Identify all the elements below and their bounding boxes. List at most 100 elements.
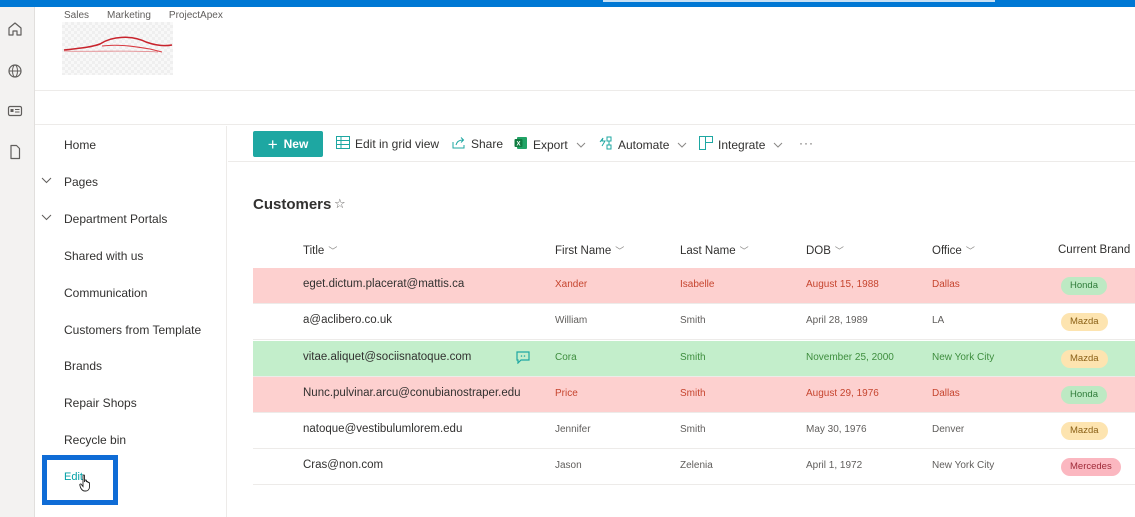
column-header-first-name[interactable]: First Name ﹀ xyxy=(555,244,624,257)
column-header-title[interactable]: Title ﹀ xyxy=(303,244,337,257)
cell-office: Denver xyxy=(932,424,965,435)
cell-first-name: Cora xyxy=(555,352,577,363)
column-header-dob[interactable]: DOB ﹀ xyxy=(806,244,844,257)
chevron-down-icon xyxy=(773,140,783,150)
hub-nav-projectapex[interactable]: ProjectApex xyxy=(169,10,223,21)
list-title: Customers xyxy=(253,196,332,213)
cell-title[interactable]: Cras@non.com xyxy=(303,459,383,471)
table-row[interactable]: a@aclibero.co.uk William Smith April 28, 19… xyxy=(253,304,1135,340)
cell-last-name: Smith xyxy=(680,352,706,363)
column-header-office[interactable]: Office ﹀ xyxy=(932,244,975,257)
site-logo[interactable] xyxy=(62,22,173,75)
automate-button[interactable]: Automate xyxy=(598,136,687,153)
chevron-down-icon: ﹀ xyxy=(328,246,338,256)
comment-icon[interactable] xyxy=(516,351,530,369)
cell-dob: August 29, 1976 xyxy=(806,388,879,399)
nav-pages[interactable]: Pages xyxy=(64,175,98,189)
plus-icon: + xyxy=(267,134,278,154)
chevron-down-icon: ﹀ xyxy=(739,246,749,256)
table-row[interactable]: natoque@vestibulumlorem.edu Jennifer Smith… xyxy=(253,413,1135,449)
new-button[interactable]: + New xyxy=(253,131,323,157)
cell-dob: November 25, 2000 xyxy=(806,352,894,363)
nav-customers-from-template[interactable]: Customers from Template xyxy=(64,323,201,337)
chevron-down-icon: ﹀ xyxy=(615,246,625,256)
cell-dob: May 30, 1976 xyxy=(806,424,867,435)
table-row[interactable]: vitae.aliquet@sociisnatoque.com Cora Smith… xyxy=(253,341,1135,377)
table-row[interactable]: Nunc.pulvinar.arcu@conubianostraper.edu P… xyxy=(253,377,1135,413)
cell-dob: August 15, 1988 xyxy=(806,279,879,290)
hub-navigation: Sales Marketing ProjectApex xyxy=(64,10,223,21)
nav-brands[interactable]: Brands xyxy=(64,359,102,373)
nav-recycle-bin[interactable]: Recycle bin xyxy=(64,433,126,447)
globe-icon[interactable] xyxy=(7,63,25,81)
column-header-last-name[interactable]: Last Name ﹀ xyxy=(680,244,749,257)
nav-communication[interactable]: Communication xyxy=(64,286,147,300)
cell-first-name: Xander xyxy=(555,279,588,290)
cell-office: New York City xyxy=(932,460,995,471)
news-icon[interactable] xyxy=(7,103,25,121)
edit-grid-view-label: Edit in grid view xyxy=(355,137,440,151)
column-dob-label: DOB xyxy=(806,245,831,257)
hub-nav-sales[interactable]: Sales xyxy=(64,10,89,21)
svg-text:X: X xyxy=(516,142,520,148)
chevron-down-icon[interactable] xyxy=(41,176,52,187)
chevron-down-icon: ﹀ xyxy=(965,246,975,256)
cell-office: Dallas xyxy=(932,279,960,290)
more-options-button[interactable]: ··· xyxy=(799,136,814,150)
nav-department-portals[interactable]: Department Portals xyxy=(64,212,167,226)
cell-office: New York City xyxy=(932,352,995,363)
cell-office: LA xyxy=(932,315,945,326)
share-icon xyxy=(452,136,466,152)
table-row[interactable]: Cras@non.com Jason Zelenia April 1, 1972 New… xyxy=(253,449,1135,485)
header-spacer xyxy=(35,91,1135,125)
edit-grid-view-button[interactable]: Edit in grid view xyxy=(336,136,439,152)
star-icon[interactable]: ☆ xyxy=(334,196,346,212)
cell-title[interactable]: Nunc.pulvinar.arcu@conubianostraper.edu xyxy=(303,387,521,399)
command-bar: + New Edit in grid view Share X Export A… xyxy=(228,126,1135,162)
chevron-down-icon[interactable] xyxy=(41,213,52,224)
brand-badge: Mazda xyxy=(1061,313,1108,331)
home-icon[interactable] xyxy=(7,21,25,39)
cell-title[interactable]: natoque@vestibulumlorem.edu xyxy=(303,423,462,435)
automate-icon xyxy=(598,136,613,153)
integrate-button[interactable]: Integrate xyxy=(699,136,783,153)
chevron-down-icon xyxy=(677,140,687,150)
cell-last-name: Smith xyxy=(680,424,706,435)
nav-repair-shops[interactable]: Repair Shops xyxy=(64,396,137,410)
integrate-label: Integrate xyxy=(718,137,766,152)
column-last-name-label: Last Name xyxy=(680,245,736,257)
share-button[interactable]: Share xyxy=(452,136,503,152)
cell-title[interactable]: vitae.aliquet@sociisnatoque.com xyxy=(303,351,471,363)
chevron-down-icon: ﹀ xyxy=(834,246,844,256)
cell-first-name: William xyxy=(555,315,588,326)
column-header-current-brand[interactable]: Current Brand xyxy=(1058,244,1130,256)
export-label: Export xyxy=(533,137,568,152)
grid-icon xyxy=(336,136,350,152)
automate-label: Automate xyxy=(618,137,670,152)
brand-badge: Mazda xyxy=(1061,422,1108,440)
nav-shared-with-us[interactable]: Shared with us xyxy=(64,249,143,263)
cell-first-name: Jason xyxy=(555,460,582,471)
column-current-brand-label: Current Brand xyxy=(1058,244,1131,256)
export-button[interactable]: X Export xyxy=(514,136,586,153)
cell-title[interactable]: eget.dictum.placerat@mattis.ca xyxy=(303,278,464,290)
search-box[interactable] xyxy=(603,0,995,2)
cell-title[interactable]: a@aclibero.co.uk xyxy=(303,314,392,326)
cell-last-name: Smith xyxy=(680,315,706,326)
nav-home[interactable]: Home xyxy=(64,138,96,152)
cell-dob: April 28, 1989 xyxy=(806,315,868,326)
new-button-label: New xyxy=(283,137,309,151)
cell-last-name: Smith xyxy=(680,388,706,399)
cell-office: Dallas xyxy=(932,388,960,399)
hub-nav-marketing[interactable]: Marketing xyxy=(107,10,151,21)
file-icon[interactable] xyxy=(7,144,25,162)
cell-last-name: Zelenia xyxy=(680,460,713,471)
table-row[interactable]: eget.dictum.placerat@mattis.ca Xander Isab… xyxy=(253,268,1135,304)
column-first-name-label: First Name xyxy=(555,245,612,257)
left-navigation: Home Pages Department Portals Shared wit… xyxy=(35,126,227,517)
app-rail xyxy=(0,7,35,517)
column-title-label: Title xyxy=(303,245,325,257)
excel-icon: X xyxy=(514,136,528,153)
cell-first-name: Jennifer xyxy=(555,424,591,435)
cell-last-name: Isabelle xyxy=(680,279,715,290)
